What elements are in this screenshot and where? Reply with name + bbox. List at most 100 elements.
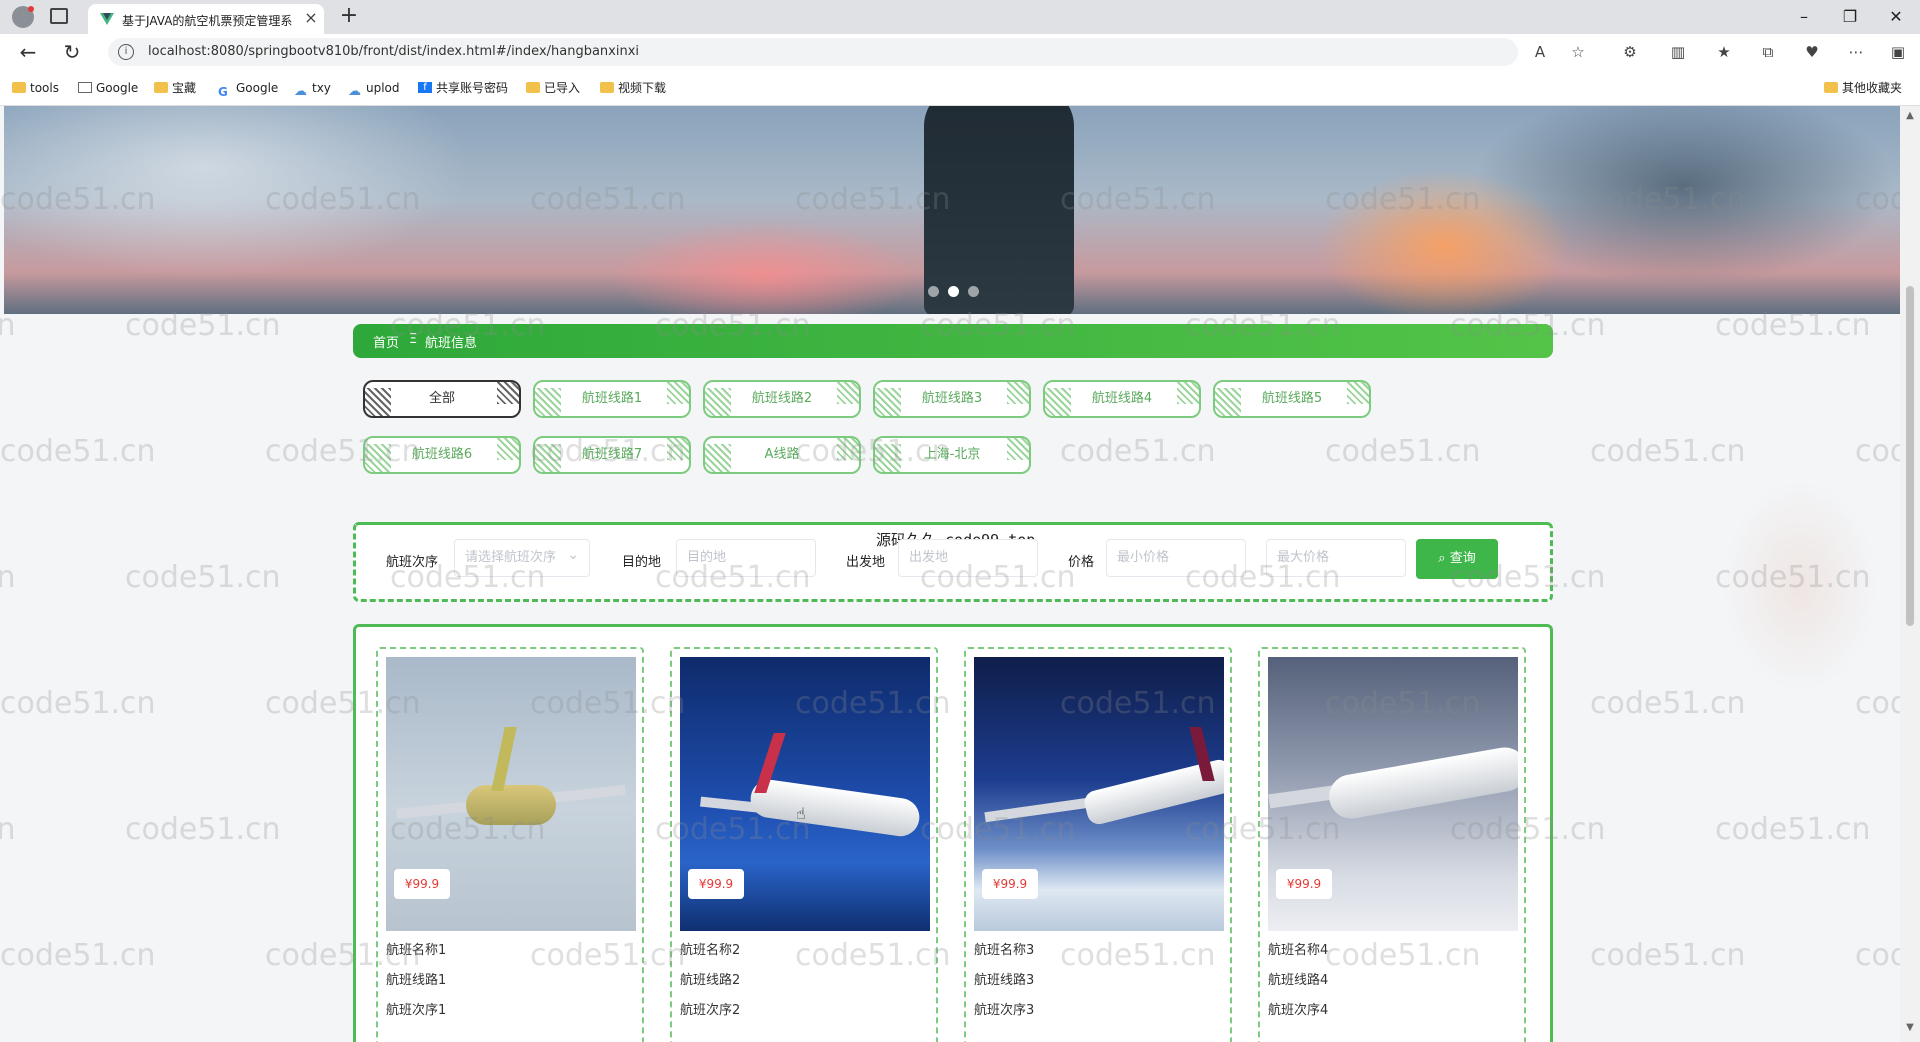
carousel-dot-3[interactable]	[968, 286, 979, 297]
category-label: 航班线路4	[1091, 391, 1153, 406]
category-label: A线路	[764, 447, 800, 462]
category-route-5[interactable]: 航班线路5	[1213, 380, 1371, 418]
max-price-input[interactable]: 最大价格	[1266, 539, 1406, 577]
bookmark-label: uplod	[366, 81, 400, 95]
bookmark-tools[interactable]: tools	[12, 78, 59, 98]
category-label: 航班线路5	[1261, 391, 1323, 406]
destination-input[interactable]: 目的地	[676, 539, 816, 577]
search-button-label: 查询	[1449, 551, 1476, 566]
scroll-down-icon[interactable]: ▼	[1904, 1022, 1916, 1033]
category-label: 航班线路1	[581, 391, 643, 406]
close-window-button[interactable]: ✕	[1876, 4, 1916, 30]
favorites-icon[interactable]: ★	[1714, 42, 1734, 62]
category-label: 上海-北京	[923, 447, 981, 462]
performance-icon[interactable]: ♥	[1802, 42, 1822, 62]
category-route-a[interactable]: A线路	[703, 436, 861, 474]
watermark-text: code51.cn	[0, 938, 156, 973]
read-aloud-icon[interactable]: A	[1530, 42, 1550, 62]
min-price-input[interactable]: 最小价格	[1106, 539, 1246, 577]
flight-card[interactable]: ¥99.9 航班名称4 航班线路4 航班次序4	[1258, 647, 1526, 1042]
flight-image: ¥99.9	[386, 657, 636, 931]
scroll-up-icon[interactable]: ▲	[1904, 110, 1916, 121]
browser-tab-active[interactable]: 基于JAVA的航空机票预定管理系 ×	[88, 4, 324, 34]
plane-shape	[466, 785, 556, 825]
carousel-dot-1[interactable]	[928, 286, 939, 297]
scroll-thumb[interactable]	[1906, 286, 1914, 626]
bookmark-google[interactable]: Google	[78, 78, 138, 98]
flight-route: 航班线路2	[680, 973, 741, 988]
bookmark-label: 共享账号密码	[436, 81, 509, 95]
bookmark-other-favorites[interactable]: 其他收藏夹	[1824, 78, 1902, 98]
flight-route: 航班线路1	[386, 973, 447, 988]
flight-image: ¥99.9	[974, 657, 1224, 931]
refresh-icon[interactable]: ↻	[60, 40, 84, 64]
banner-image-figure	[924, 106, 1074, 314]
flight-name: 航班名称2	[680, 943, 741, 958]
category-route-1[interactable]: 航班线路1	[533, 380, 691, 418]
more-menu-icon[interactable]: ⋯	[1846, 42, 1866, 62]
bookmark-video-download[interactable]: 视频下载	[600, 78, 666, 98]
hero-carousel[interactable]	[4, 106, 1900, 314]
folder-icon	[12, 82, 26, 93]
folder-icon	[526, 82, 540, 93]
flight-order-label: 航班次序	[386, 555, 439, 570]
category-label: 航班线路2	[751, 391, 813, 406]
departure-input[interactable]: 出发地	[898, 539, 1038, 577]
flight-card[interactable]: ¥99.9 航班名称2 航班线路2 航班次序2	[670, 647, 938, 1042]
flight-route: 航班线路4	[1268, 973, 1329, 988]
search-button[interactable]: ⌕ 查询	[1416, 539, 1498, 579]
back-icon[interactable]: ←	[16, 40, 40, 64]
breadcrumb-separator: Ξ	[409, 332, 418, 347]
new-tab-button[interactable]: +	[336, 4, 362, 30]
flight-list: ¥99.9 航班名称1 航班线路1 航班次序1 ¥99.9 航班名称2 航班线路…	[353, 624, 1553, 1042]
price-tag: ¥99.9	[982, 869, 1038, 899]
category-all[interactable]: 全部	[363, 380, 521, 418]
category-route-2[interactable]: 航班线路2	[703, 380, 861, 418]
bookmark-imported[interactable]: 已导入	[526, 78, 580, 98]
plane-shape	[1325, 743, 1518, 823]
carousel-dot-2[interactable]	[948, 286, 959, 297]
bookmark-treasure[interactable]: 宝藏	[154, 78, 196, 98]
bookmark-label: Google	[96, 81, 139, 95]
category-route-6[interactable]: 航班线路6	[363, 436, 521, 474]
bookmark-shared-accounts[interactable]: f 共享账号密码	[418, 78, 508, 98]
price-tag: ¥99.9	[688, 869, 744, 899]
bookmark-uplod[interactable]: ☁ uplod	[348, 78, 400, 99]
bookmark-google-2[interactable]: G Google	[218, 78, 278, 99]
flight-card[interactable]: ¥99.9 航班名称1 航班线路1 航班次序1	[376, 647, 644, 1042]
category-route-4[interactable]: 航班线路4	[1043, 380, 1201, 418]
restore-button[interactable]: ❐	[1830, 4, 1870, 30]
breadcrumb-home[interactable]: 首页	[373, 332, 399, 351]
tab-title: 基于JAVA的航空机票预定管理系	[122, 14, 292, 28]
favorite-star-icon[interactable]: ☆	[1568, 42, 1588, 62]
flight-route: 航班线路3	[974, 973, 1035, 988]
category-route-7[interactable]: 航班线路7	[533, 436, 691, 474]
sidebar-icon[interactable]: ▣	[1888, 42, 1908, 62]
category-route-3[interactable]: 航班线路3	[873, 380, 1031, 418]
flight-image: ¥99.9	[1268, 657, 1518, 931]
category-shanghai-beijing[interactable]: 上海-北京	[873, 436, 1031, 474]
minimize-button[interactable]: –	[1784, 4, 1824, 30]
tab-actions-icon[interactable]	[50, 8, 68, 24]
price-tag: ¥99.9	[1276, 869, 1332, 899]
folder-icon	[154, 82, 168, 93]
page-icon	[78, 82, 92, 93]
google-icon: G	[218, 85, 228, 99]
bookmark-label: tools	[30, 81, 59, 95]
flight-image: ¥99.9	[680, 657, 930, 931]
flight-name: 航班名称3	[974, 943, 1035, 958]
extensions-icon[interactable]: ⚙	[1620, 42, 1640, 62]
page-scrollbar[interactable]: ▲ ▼	[1900, 106, 1920, 1042]
bookmark-txy[interactable]: ☁ txy	[294, 78, 331, 99]
flight-card[interactable]: ¥99.9 航班名称3 航班线路3 航班次序3	[964, 647, 1232, 1042]
address-bar[interactable]: i localhost:8080/springbootv810b/front/d…	[108, 38, 1518, 66]
site-info-icon[interactable]: i	[118, 44, 134, 60]
browser-toolbar: ← ↻ i localhost:8080/springbootv810b/fro…	[0, 34, 1920, 70]
split-screen-icon[interactable]: ▥	[1668, 42, 1688, 62]
close-tab-icon[interactable]: ×	[302, 8, 320, 28]
mouse-cursor-icon: ☝	[796, 804, 806, 823]
flight-order-select[interactable]: 请选择航班次序	[454, 537, 590, 577]
address-url[interactable]: localhost:8080/springbootv810b/front/dis…	[148, 44, 639, 59]
category-label: 航班线路3	[921, 391, 983, 406]
collections-icon[interactable]: ⧉	[1758, 42, 1778, 62]
